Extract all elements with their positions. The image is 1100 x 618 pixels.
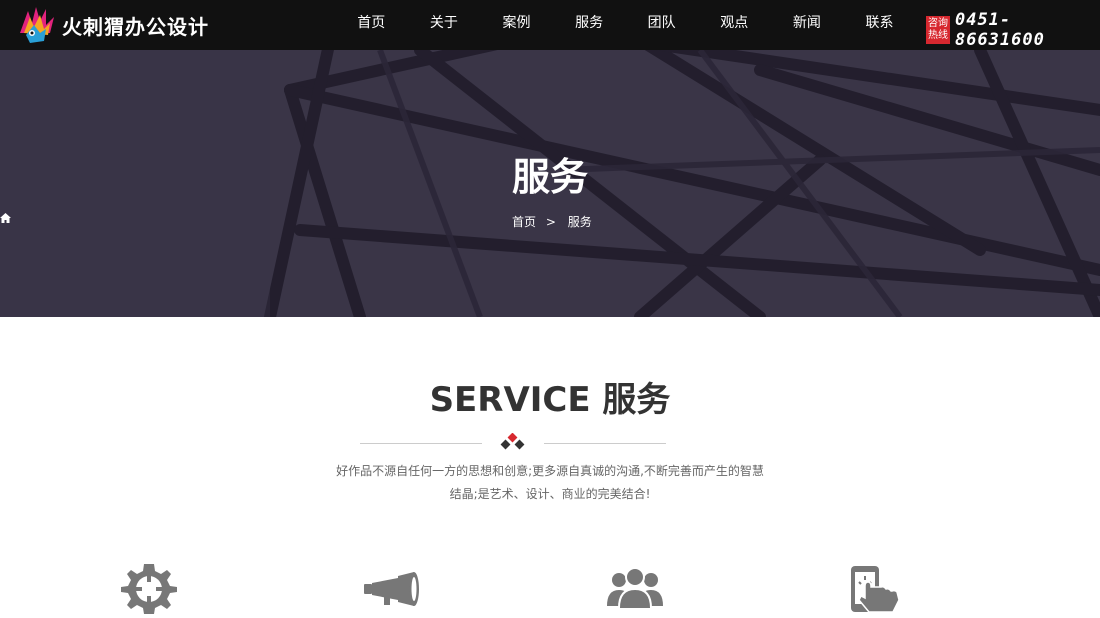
service-item-3[interactable]	[605, 562, 665, 614]
nav-item-home[interactable]: 首页	[335, 0, 408, 50]
hotline-badge-line2: 热线	[927, 30, 948, 41]
hotline-badge: 咨询 热线	[926, 16, 950, 44]
telescope-icon	[364, 572, 419, 606]
breadcrumb-separator: >	[545, 214, 556, 229]
hedgehog-logo-icon	[20, 7, 54, 43]
page-title: 服务	[511, 155, 588, 199]
logo[interactable]: 火刺猬办公设计	[14, 2, 209, 48]
section-description: 好作品不源自任何一方的思想和创意;更多源自真诚的沟通,不断完善而产生的智慧 结晶…	[0, 460, 1100, 506]
breadcrumb: 首页 > 服务	[0, 213, 1100, 230]
breadcrumb-current: 服务	[567, 215, 592, 229]
main-nav: 首页 关于 案例 服务 团队 观点 新闻 联系	[335, 0, 916, 50]
hotline: 咨询 热线 0451- 86631600	[926, 10, 1100, 50]
brand-name: 火刺猬办公设计	[62, 14, 209, 39]
gear-icon	[121, 564, 177, 614]
breadcrumb-home[interactable]: 首页	[512, 213, 536, 230]
nav-item-cases[interactable]: 案例	[480, 0, 553, 50]
mobile-touch-icon	[851, 566, 900, 613]
nav-item-news[interactable]: 新闻	[771, 0, 844, 50]
nav-item-views[interactable]: 观点	[698, 0, 771, 50]
section-title: SERVICE 服务	[429, 380, 671, 420]
nav-item-services[interactable]: 服务	[553, 0, 626, 50]
team-icon	[607, 567, 663, 609]
nav-item-contact[interactable]: 联系	[843, 0, 916, 50]
nav-item-about[interactable]: 关于	[408, 0, 481, 50]
service-item-4[interactable]	[845, 562, 905, 614]
section-divider	[360, 433, 666, 453]
section-description-line1: 好作品不源自任何一方的思想和创意;更多源自真诚的沟通,不断完善而产生的智慧	[336, 464, 764, 478]
section-description-line2: 结晶;是艺术、设计、商业的完美结合!	[449, 487, 651, 501]
hotline-number: 0451- 86631600	[954, 10, 1045, 50]
service-item-1[interactable]	[119, 562, 179, 614]
nav-item-team[interactable]: 团队	[625, 0, 698, 50]
hotline-badge-line1: 咨询	[927, 18, 948, 29]
diamond-ornament-icon	[500, 433, 525, 450]
top-navbar: 火刺猬办公设计 首页 关于 案例 服务 团队 观点 新闻 联系 咨询 热线 04…	[0, 0, 1100, 50]
service-item-2[interactable]	[362, 562, 422, 614]
page-banner: 服务 首页 > 服务	[0, 50, 1100, 317]
